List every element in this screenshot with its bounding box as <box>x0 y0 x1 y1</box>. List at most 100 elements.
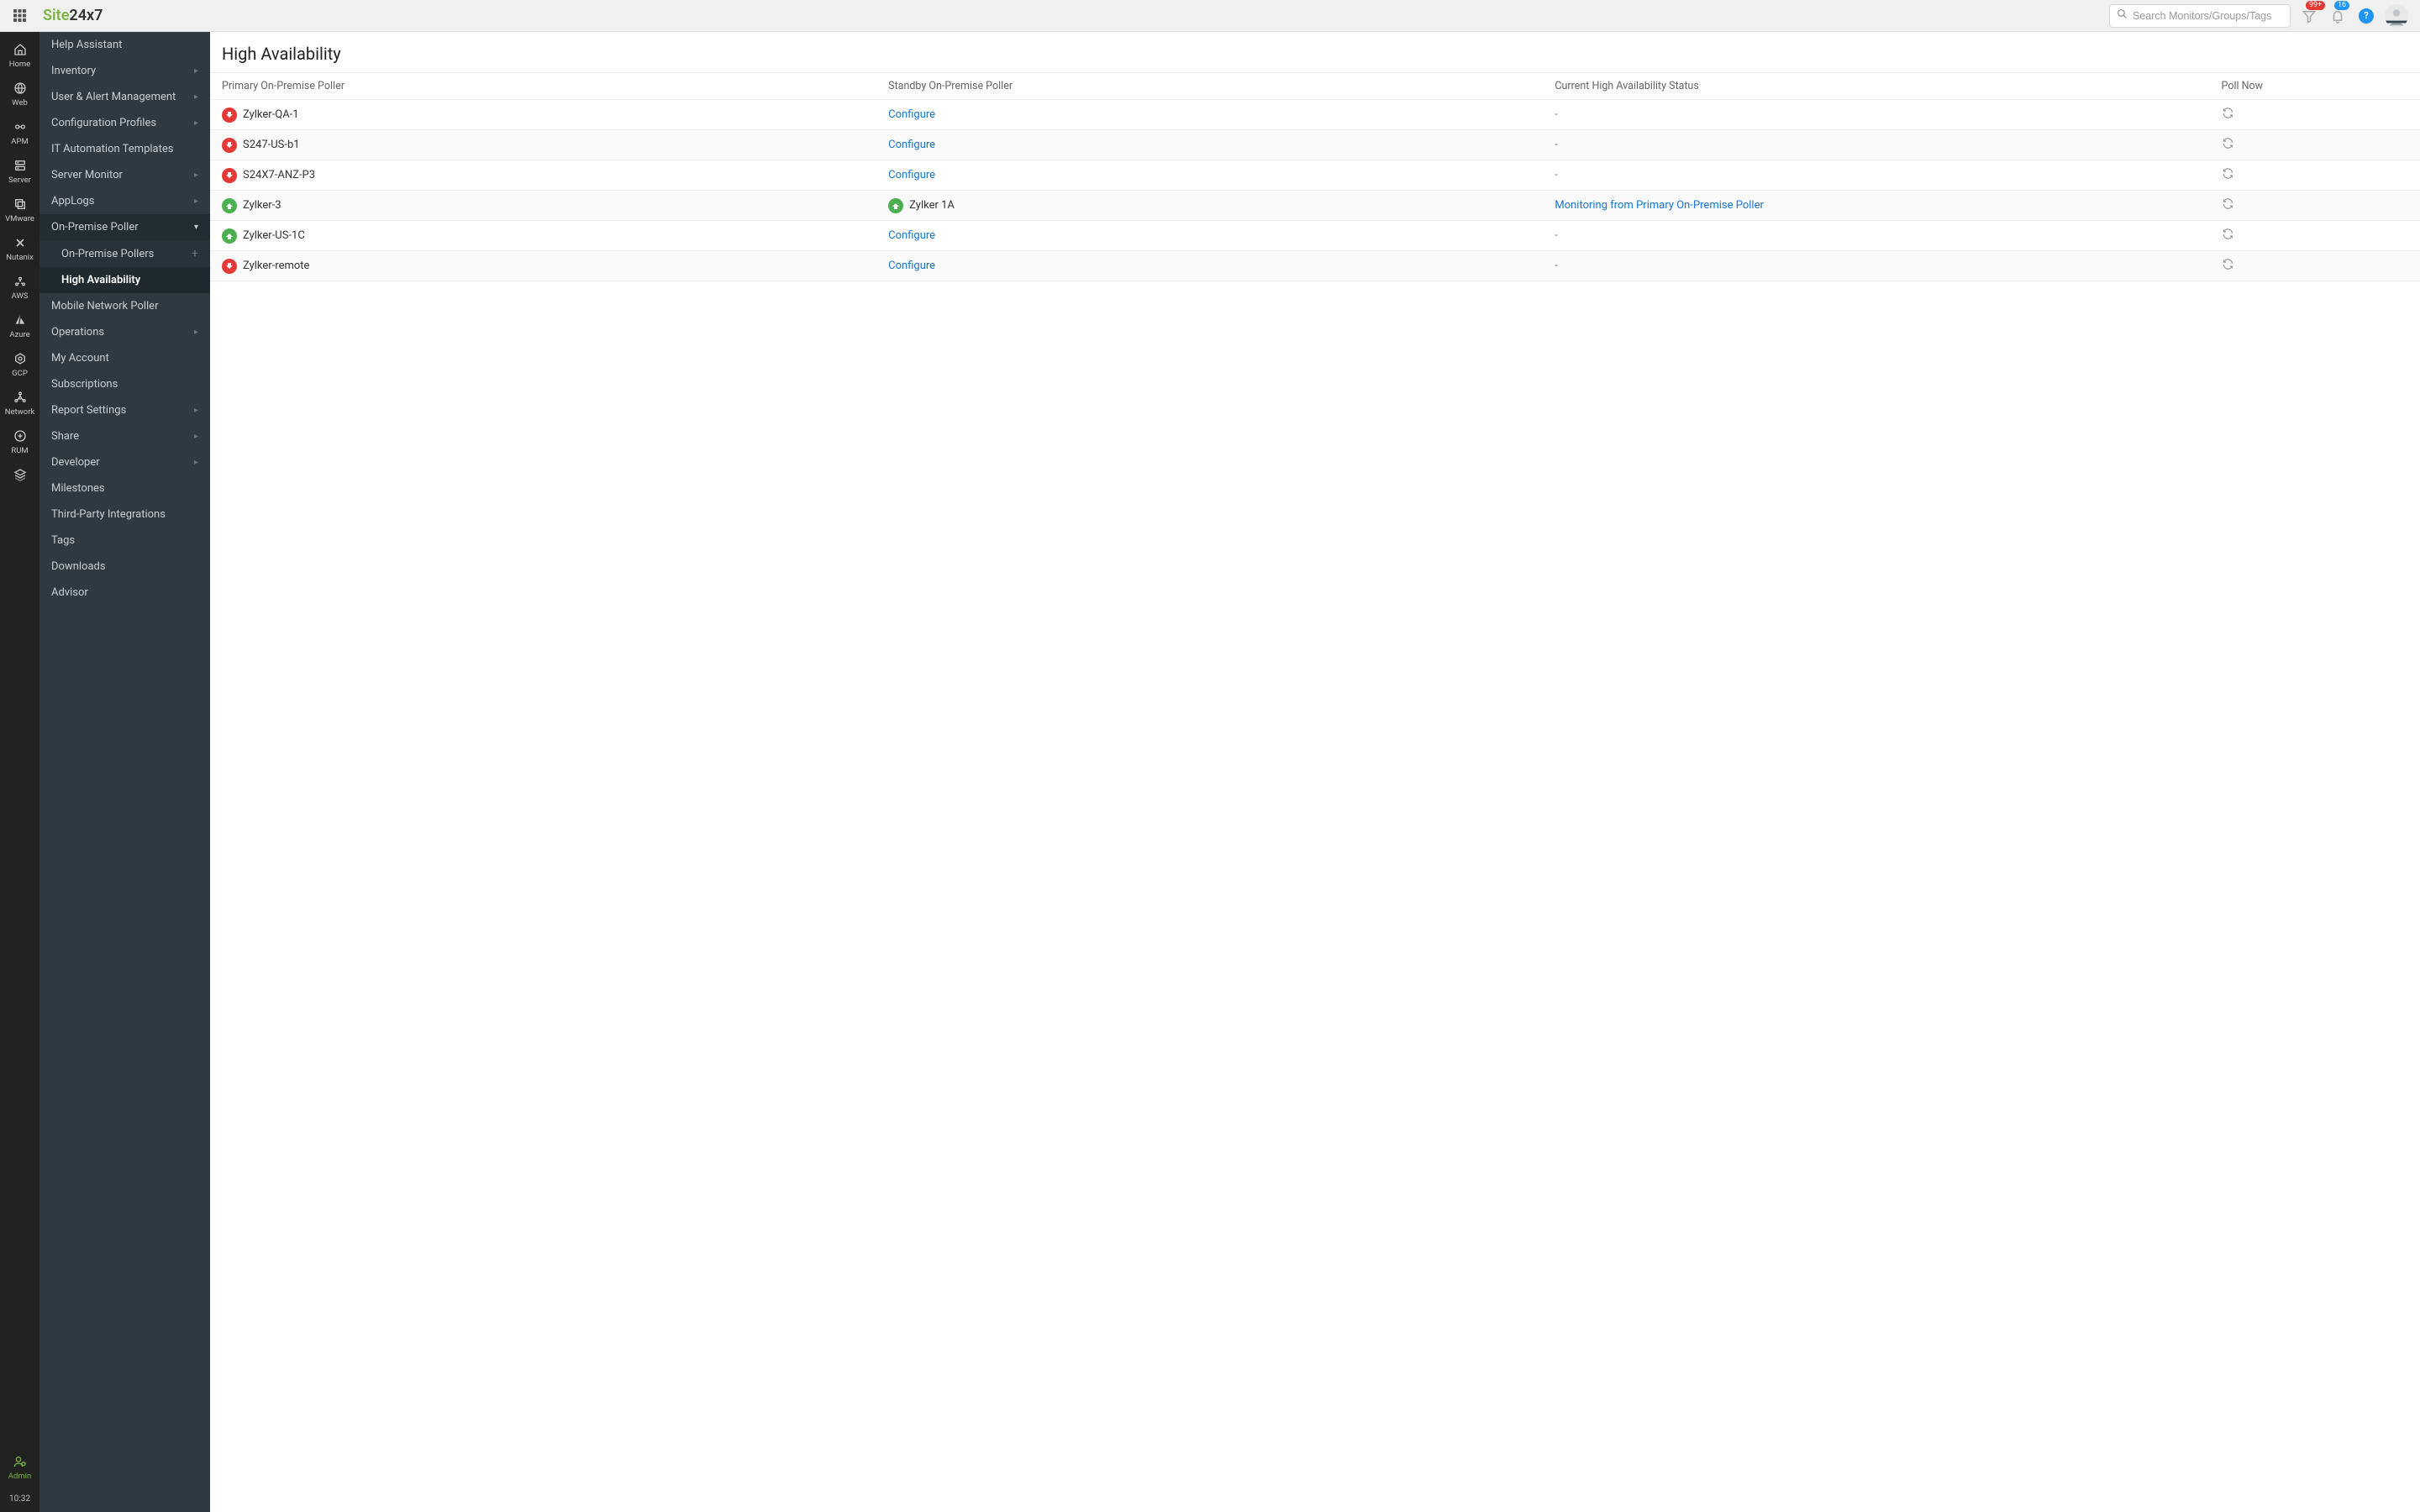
sidebar-item-it-automation-templates[interactable]: IT Automation Templates <box>39 136 210 162</box>
status-down-icon <box>222 138 237 153</box>
sidebar-item-developer[interactable]: Developer <box>39 449 210 475</box>
primary-name: Zylker-QA-1 <box>243 108 299 121</box>
sidebar-item-milestones[interactable]: Milestones <box>39 475 210 501</box>
rail-item-nutanix[interactable]: Nutanix <box>0 230 39 269</box>
sidebar-item-user-alert-management[interactable]: User & Alert Management <box>39 84 210 110</box>
rail-label: Server <box>8 176 31 185</box>
alerts-icon[interactable]: 99+ <box>2299 6 2319 26</box>
poll-now-icon[interactable] <box>2222 201 2234 213</box>
primary-name: Zylker-3 <box>243 199 281 212</box>
sidebar-item-advisor[interactable]: Advisor <box>39 580 210 606</box>
search-box[interactable] <box>2109 4 2291 28</box>
rail-item-web[interactable]: Web <box>0 76 39 114</box>
sidebar-item-label: Configuration Profiles <box>51 117 156 129</box>
sidebar-item-subscriptions[interactable]: Subscriptions <box>39 371 210 397</box>
poll-now-icon[interactable] <box>2222 171 2234 183</box>
poll-now-icon[interactable] <box>2222 231 2234 244</box>
rail-item-aws[interactable]: AWS <box>0 269 39 307</box>
configure-link[interactable]: Configure <box>888 260 935 272</box>
search-icon <box>2117 8 2128 23</box>
help-icon[interactable]: ? <box>2356 6 2376 26</box>
rail-item-network[interactable]: Network <box>0 385 39 423</box>
sidebar-item-mobile-network-poller[interactable]: Mobile Network Poller <box>39 293 210 319</box>
rail-item-azure[interactable]: Azure <box>0 307 39 346</box>
sidebar-item-label: Third-Party Integrations <box>51 508 166 521</box>
rail-item-vmware[interactable]: VMware <box>0 192 39 230</box>
status-text: - <box>1555 260 1558 272</box>
primary-poller: Zylker-US-1C <box>222 228 305 244</box>
configure-link[interactable]: Configure <box>888 139 935 151</box>
icon-rail: HomeWeb APM Server VMware Nutanix AWSAzureGCP… <box>0 32 39 1512</box>
sidebar-item-downloads[interactable]: Downloads <box>39 554 210 580</box>
sidebar-item-label: On-Premise Poller <box>51 221 139 234</box>
avatar[interactable] <box>2385 4 2408 28</box>
col-standby: Standby On-Premise Poller <box>876 73 1543 100</box>
table-row: Zylker-3 Zylker 1A Monitoring from Primary… <box>210 191 2420 221</box>
table-row: Zylker-remote Configure - <box>210 251 2420 281</box>
sidebar-item-applogs[interactable]: AppLogs <box>39 188 210 214</box>
sidebar-item-inventory[interactable]: Inventory <box>39 58 210 84</box>
rail-label: Nutanix <box>6 253 34 262</box>
sidebar-item-server-monitor[interactable]: Server Monitor <box>39 162 210 188</box>
sidebar-item-help-assistant[interactable]: Help Assistant <box>39 32 210 58</box>
status-down-icon <box>222 259 237 274</box>
header-right: 99+ 16 ? <box>2109 4 2420 28</box>
sidebar-item-third-party-integrations[interactable]: Third-Party Integrations <box>39 501 210 528</box>
poll-now-icon[interactable] <box>2222 110 2234 123</box>
notifications-icon[interactable]: 16 <box>2328 6 2348 26</box>
primary-poller: Zylker-remote <box>222 259 309 274</box>
rail-label: APM <box>11 137 28 146</box>
status-text[interactable]: Monitoring from Primary On-Premise Polle… <box>1555 199 1764 212</box>
col-status: Current High Availability Status <box>1543 73 2209 100</box>
configure-link[interactable]: Configure <box>888 169 935 181</box>
poll-now-icon[interactable] <box>2222 140 2234 153</box>
page-title: High Availability <box>210 32 2420 72</box>
sidebar-item-report-settings[interactable]: Report Settings <box>39 397 210 423</box>
status-down-icon <box>222 168 237 183</box>
sidebar-item-operations[interactable]: Operations <box>39 319 210 345</box>
table-row: Zylker-QA-1Configure- <box>210 100 2420 130</box>
rail-item-admin[interactable]: Admin <box>0 1449 39 1488</box>
rail-item-rum[interactable]: RUM <box>0 423 39 462</box>
status-text: - <box>1555 229 1558 242</box>
sidebar-item-label: Operations <box>51 326 104 339</box>
sidebar-item-label: User & Alert Management <box>51 91 176 103</box>
sidebar-item-tags[interactable]: Tags <box>39 528 210 554</box>
status-up-icon <box>888 198 903 213</box>
primary-poller: S247-US-b1 <box>222 138 300 153</box>
col-poll: Poll Now <box>2210 73 2420 100</box>
search-input[interactable] <box>2133 10 2283 22</box>
add-icon[interactable]: + <box>192 247 198 260</box>
poll-now-icon[interactable] <box>2222 261 2234 274</box>
sidebar-item-configuration-profiles[interactable]: Configuration Profiles <box>39 110 210 136</box>
top-header: Site24x7 99+ 16 ? <box>0 0 2420 32</box>
apps-grid-icon[interactable] <box>0 0 39 32</box>
primary-name: S24X7-ANZ-P3 <box>243 169 315 181</box>
rail-label: Network <box>5 407 35 417</box>
rail-item-server[interactable]: Server <box>0 153 39 192</box>
sidebar-subitem-label: High Availability <box>61 274 140 286</box>
table-row: S24X7-ANZ-P3Configure- <box>210 160 2420 191</box>
sidebar-item-on-premise-poller[interactable]: On-Premise Poller <box>39 214 210 240</box>
table-row: Zylker-US-1C Configure - <box>210 221 2420 251</box>
rail-item-apm[interactable]: APM <box>0 114 39 153</box>
primary-name: S247-US-b1 <box>243 139 300 151</box>
sidebar-item-my-account[interactable]: My Account <box>39 345 210 371</box>
configure-link[interactable]: Configure <box>888 108 935 121</box>
rail-label-admin: Admin <box>8 1472 31 1481</box>
sidebar-subitem-on-premise-pollers[interactable]: On-Premise Pollers+ <box>39 240 210 267</box>
configure-link[interactable]: Configure <box>888 229 935 242</box>
rail-item-gcp[interactable]: GCP <box>0 346 39 385</box>
server-icon <box>13 158 28 173</box>
sidebar-item-share[interactable]: Share <box>39 423 210 449</box>
rail-item-stack[interactable] <box>0 462 39 489</box>
home-icon <box>13 42 28 57</box>
sidebar-subitem-high-availability[interactable]: High Availability <box>39 267 210 293</box>
logo[interactable]: Site24x7 <box>43 7 103 24</box>
rail-item-home[interactable]: Home <box>0 37 39 76</box>
sidebar-item-label: Report Settings <box>51 404 126 417</box>
logo-part2: 24x7 <box>69 7 103 24</box>
standby-poller: Zylker 1A <box>888 198 955 213</box>
nutanix-icon <box>13 235 28 250</box>
sidebar-item-label: Share <box>51 430 79 443</box>
